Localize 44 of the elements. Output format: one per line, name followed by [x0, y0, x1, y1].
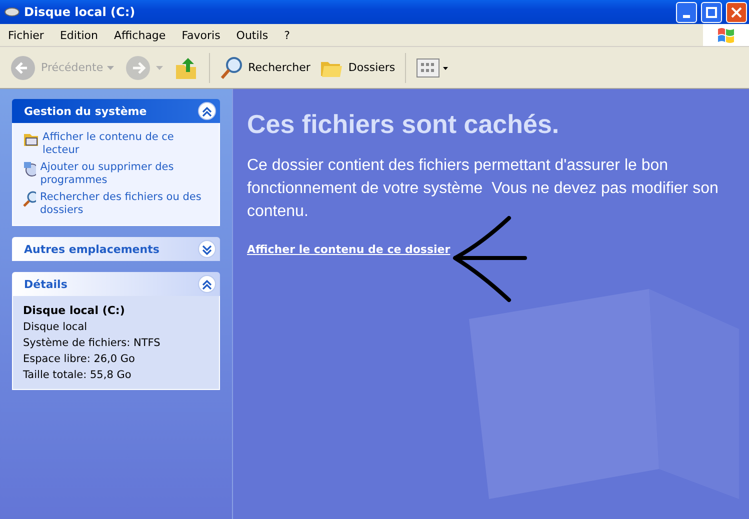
- close-icon: [731, 6, 742, 18]
- detail-line: Disque local: [23, 321, 88, 333]
- minimize-button[interactable]: [676, 2, 697, 22]
- search-icon: [220, 56, 244, 80]
- show-contents-link[interactable]: Afficher le contenu de ce dossier: [247, 243, 450, 256]
- heading: Ces fichiers sont cachés.: [247, 109, 560, 140]
- panel-title: Détails: [24, 278, 68, 290]
- minimize-icon: [683, 14, 690, 18]
- task-link[interactable]: Afficher le contenu de ce lecteur: [23, 131, 209, 157]
- menu-item[interactable]: ?: [276, 28, 298, 42]
- panel-title: Gestion du système: [24, 104, 147, 118]
- message-text: Ce dossier contient des fichiers permettant d'assurer le bon fonctionnement de votre système Vous ne devez pas modifier son contenu.: [247, 156, 720, 222]
- window-title: Disque local (C:): [24, 5, 136, 19]
- menu-item[interactable]: Affichage: [106, 28, 174, 42]
- collapse-button[interactable]: [198, 102, 216, 120]
- drive-window-icon: [23, 131, 39, 147]
- views-icon: [416, 56, 450, 78]
- detail-line: Taille totale: 55,8 Go: [23, 369, 132, 381]
- detail-line: Système de fichiers: NTFS: [23, 337, 162, 349]
- collapse-button[interactable]: [198, 275, 216, 293]
- flag-logo-icon: [716, 26, 736, 44]
- details-panel-header[interactable]: Détails: [12, 272, 220, 296]
- close-button[interactable]: [726, 2, 747, 22]
- maximize-icon: [706, 6, 717, 18]
- dropdown-caret-icon: [107, 66, 114, 70]
- search-icon: [23, 191, 36, 207]
- panel-title: Autres emplacements: [24, 242, 160, 256]
- detail-line: Espace libre: 26,0 Go: [23, 353, 136, 365]
- tasks-panel-header[interactable]: Autres emplacements: [12, 237, 220, 261]
- drive-name: Disque local (C:): [23, 304, 126, 317]
- programs-cd-icon: [23, 161, 36, 177]
- menu-item[interactable]: Fichier: [0, 28, 52, 42]
- menu-item[interactable]: Outils: [228, 28, 276, 42]
- task-link[interactable]: Rechercher des fichiers ou des dossiers: [23, 191, 209, 217]
- expand-button[interactable]: [198, 240, 216, 258]
- folders-button[interactable]: Dossiers: [317, 54, 398, 80]
- menu-item[interactable]: Edition: [52, 28, 106, 42]
- tasks-panel-header[interactable]: Gestion du système: [12, 99, 220, 123]
- maximize-button[interactable]: [701, 2, 722, 22]
- search-button[interactable]: Rechercher: [217, 54, 314, 82]
- drive-icon: [4, 7, 20, 17]
- menu-item[interactable]: Favoris: [174, 28, 228, 42]
- task-link[interactable]: Ajouter ou supprimer des programmes: [23, 161, 209, 187]
- dropdown-caret-icon: [156, 66, 164, 70]
